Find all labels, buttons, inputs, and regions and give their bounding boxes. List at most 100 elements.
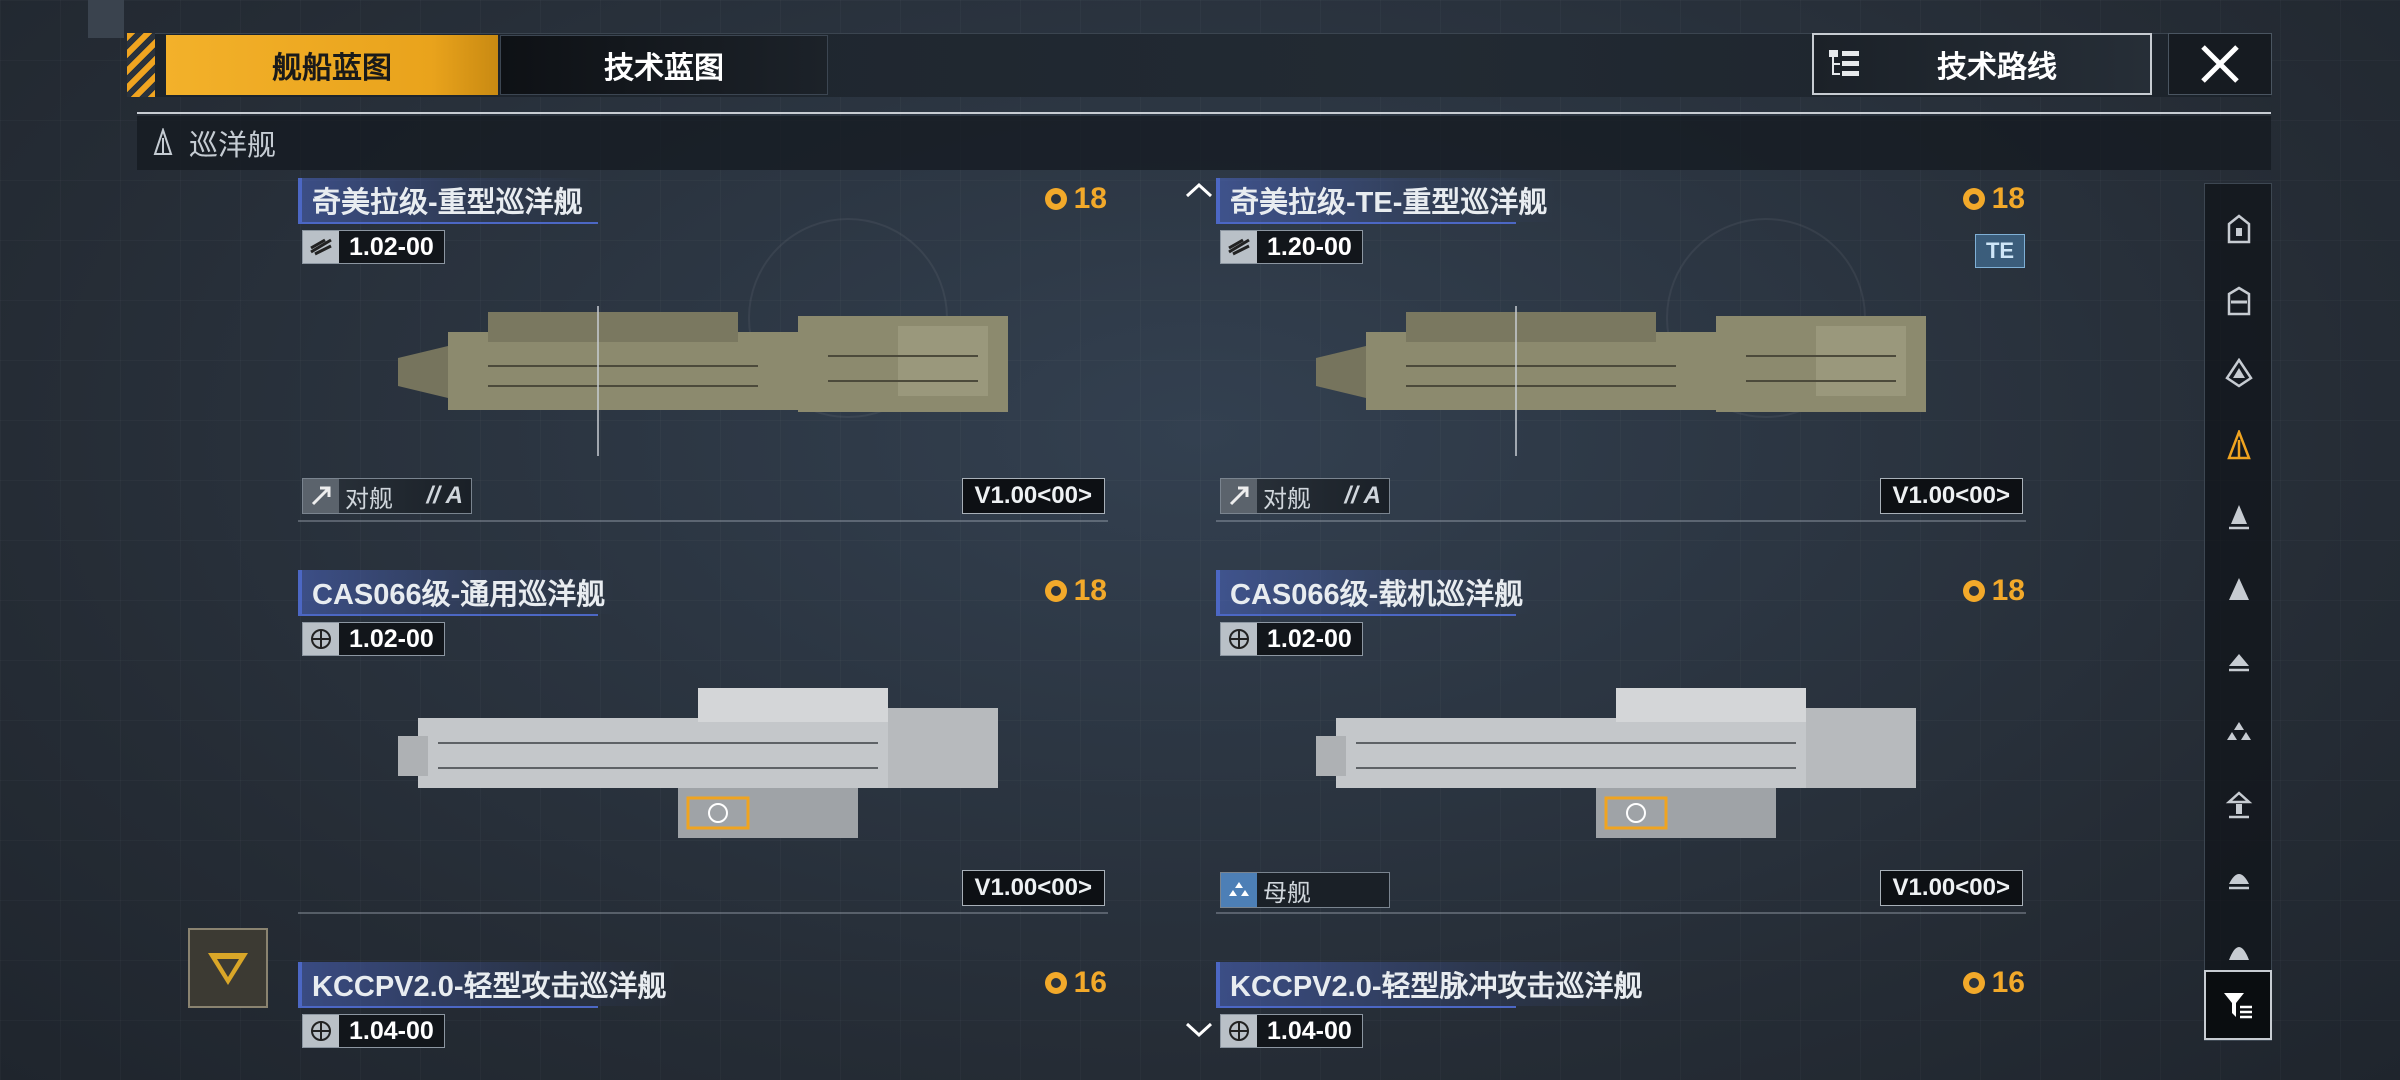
version-text: 1.02-00 (349, 624, 434, 653)
cost: 16 (1960, 966, 2025, 1000)
cruiser-icon (2227, 430, 2251, 460)
nav-item-fighter[interactable] (2205, 698, 2273, 768)
card-baseline (1216, 912, 2026, 914)
blueprint-card[interactable]: CAS066级-通用巡洋舰 18 1.02-00 V1.00<00> (298, 570, 1113, 940)
ship-model (1316, 688, 1916, 838)
ship-model (1316, 306, 1926, 456)
blueprint-card[interactable]: CAS066级-载机巡洋舰 18 1.02-00 母舰 V1.00<00> (1216, 570, 2031, 940)
tab-tech-blueprints[interactable]: 技术蓝图 (500, 35, 828, 95)
filter-button[interactable] (2204, 970, 2272, 1040)
title-underline (298, 1006, 598, 1008)
card-title: CAS066级-载机巡洋舰 (1216, 570, 1534, 614)
close-button[interactable] (2168, 33, 2272, 95)
version-chip: 1.04-00 (302, 1014, 445, 1048)
title-underline (1216, 614, 1516, 616)
card-title: KCCPV2.0-轻型攻击巡洋舰 (298, 962, 677, 1006)
cost: 18 (1042, 574, 1107, 608)
title-underline (298, 222, 598, 224)
card-baseline (298, 912, 1108, 914)
battleship-icon (2227, 286, 2251, 316)
filter-icon (2224, 993, 2252, 1019)
te-badge: TE (1975, 234, 2025, 268)
carrier-icon (2225, 358, 2253, 388)
ship-model (398, 688, 998, 838)
blueprint-card[interactable]: 奇美拉级-重型巡洋舰 18 1.02-00 对舰 // A V1.00<00> (298, 178, 1113, 548)
version-chip: 1.04-00 (1220, 1014, 1363, 1048)
frigate-icon (2229, 578, 2249, 600)
cost-value: 18 (1073, 574, 1107, 607)
corvette-icon (2229, 654, 2249, 672)
globe-icon (303, 623, 339, 655)
blueprint-card[interactable]: 奇美拉级-TE-重型巡洋舰 18 1.20-00 TE 对舰 // A V1.0… (1216, 178, 2031, 548)
blueprint-card[interactable]: KCCPV2.0-轻型攻击巡洋舰 16 1.04-00 (298, 962, 1113, 1080)
gear-badge-icon (1044, 188, 1067, 210)
nav-item-carrier[interactable] (2205, 338, 2273, 408)
nav-item-battleship[interactable] (2205, 266, 2273, 336)
nav-item-destroyer[interactable] (2205, 482, 2273, 552)
version-chip: 1.02-00 (302, 622, 445, 656)
cost-value: 18 (1073, 182, 1107, 215)
version-text: 1.02-00 (349, 232, 434, 261)
top-bar-accent (127, 33, 155, 97)
nav-item-station[interactable] (2205, 194, 2273, 264)
nav-item-aux[interactable] (2205, 770, 2273, 840)
chevron-down-icon (1185, 1022, 1213, 1038)
grade-label: // A (1344, 482, 1381, 509)
cost: 18 (1960, 574, 2025, 608)
station-icon (2227, 214, 2251, 244)
version-chip: 1.02-00 (1220, 622, 1363, 656)
title-underline (1216, 1006, 1516, 1008)
tree-list-icon (1814, 47, 1874, 81)
blueprint-card[interactable]: KCCPV2.0-轻型脉冲攻击巡洋舰 16 1.04-00 (1216, 962, 2031, 1080)
cost-value: 18 (1991, 182, 2025, 215)
cost-value: 18 (1991, 574, 2025, 607)
scroll-up-arrow[interactable] (1184, 180, 1214, 200)
carrier-icon (1221, 873, 1257, 907)
anti-ship-icon (303, 479, 339, 513)
tech-route-label: 技术路线 (1937, 51, 2057, 84)
cost: 18 (1042, 182, 1107, 216)
close-icon (2201, 45, 2239, 83)
category-header: 巡洋舰 (137, 116, 2271, 170)
title-underline (1216, 222, 1516, 224)
support-icon (2229, 947, 2249, 960)
card-baseline (1216, 520, 2026, 522)
cruiser-icon (151, 128, 175, 158)
model-version: V1.00<00> (1879, 870, 2023, 906)
gear-badge-icon (1044, 580, 1067, 602)
scroll-down-arrow[interactable] (1184, 1020, 1214, 1040)
nav-item-frigate[interactable] (2205, 554, 2273, 624)
ship-type-nav (2204, 183, 2272, 1041)
faction-emblem[interactable] (188, 928, 268, 1008)
globe-icon (303, 1015, 339, 1047)
role-label: 母舰 (1263, 879, 1311, 907)
destroyer-icon (2229, 505, 2249, 530)
globe-icon (1221, 623, 1257, 655)
nav-item-corvette[interactable] (2205, 626, 2273, 696)
version-text: 1.04-00 (349, 1016, 434, 1045)
tech-route-button[interactable]: 技术路线 (1812, 33, 2152, 95)
nav-item-cruiser[interactable] (2205, 410, 2273, 480)
nav-item-utility[interactable] (2205, 842, 2273, 912)
auxiliary-icon (2225, 791, 2253, 819)
model-version: V1.00<00> (961, 870, 1105, 906)
corner-mark (88, 0, 124, 38)
role-label: 对舰 (1263, 485, 1311, 513)
card-title: 奇美拉级-重型巡洋舰 (298, 178, 593, 222)
utility-icon (2229, 874, 2249, 890)
version-text: 1.20-00 (1267, 232, 1352, 261)
model-version: V1.00<00> (1879, 478, 2023, 514)
cost: 16 (1042, 966, 1107, 1000)
chevron-up-icon (1185, 182, 1213, 198)
role-chip: 对舰 // A (1220, 478, 1390, 514)
card-baseline (298, 520, 1108, 522)
cost-value: 16 (1991, 966, 2025, 999)
version-text: 1.02-00 (1267, 624, 1352, 653)
fighter-group-icon (2227, 722, 2251, 740)
role-chip: 母舰 (1220, 872, 1390, 908)
triangle-emblem-icon (208, 953, 248, 985)
role-chip: 对舰 // A (302, 478, 472, 514)
model-version: V1.00<00> (961, 478, 1105, 514)
ship-model (398, 306, 1008, 456)
tab-ship-blueprints[interactable]: 舰船蓝图 (166, 35, 498, 95)
